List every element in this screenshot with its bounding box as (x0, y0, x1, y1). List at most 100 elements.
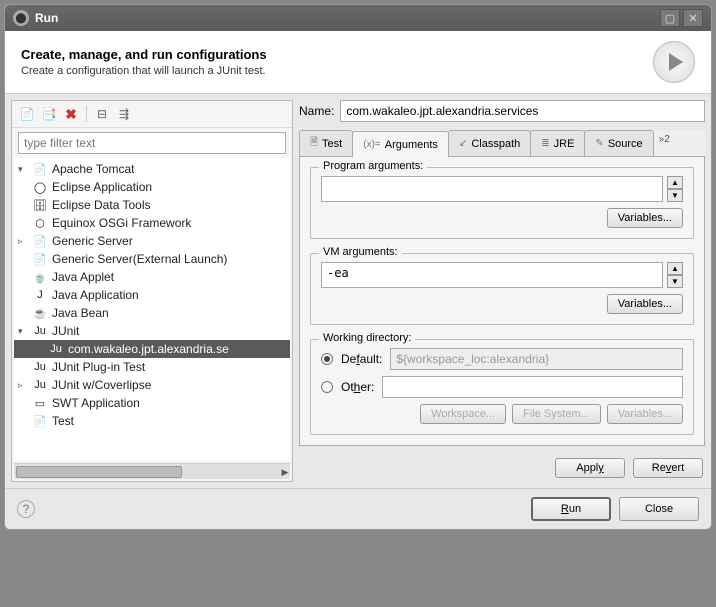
node-icon: ▭ (32, 396, 48, 410)
vm-args-input[interactable]: -ea (321, 262, 663, 288)
banner: Create, manage, and run configurations C… (5, 31, 711, 94)
node-icon: ☕ (32, 306, 48, 320)
workspace-button[interactable]: Workspace... (420, 404, 506, 424)
program-args-up[interactable]: ▲ (667, 176, 683, 189)
apply-button[interactable]: Apply (555, 458, 625, 478)
working-dir-variables-button[interactable]: Variables... (607, 404, 683, 424)
tab-classpath[interactable]: ↙Classpath (448, 130, 531, 156)
working-directory-group: Working directory: Default: Other: (310, 339, 694, 435)
horizontal-scrollbar[interactable]: ◀ ▶ (14, 463, 290, 479)
program-args-label: Program arguments: (319, 160, 427, 172)
node-icon: Ju (32, 360, 48, 374)
expand-icon[interactable]: ▹ (18, 236, 30, 247)
name-label: Name: (299, 104, 334, 118)
tab-test[interactable]: 🗎Test (299, 130, 353, 156)
duplicate-config-icon[interactable]: 📑 (40, 105, 58, 123)
test-tab-icon: 🗎 (310, 135, 318, 152)
tree-item[interactable]: 📄Generic Server(External Launch) (14, 250, 290, 268)
tree-item-label: Equinox OSGi Framework (52, 216, 191, 230)
tab-arguments[interactable]: (x)=Arguments (352, 131, 449, 157)
arguments-tab-body: Program arguments: ▲▼ Variables... VM ar… (299, 157, 705, 446)
tree-item[interactable]: ☕ Java Bean (14, 304, 290, 322)
tree-item[interactable]: ▭ SWT Application (14, 394, 290, 412)
vm-args-up[interactable]: ▲ (667, 262, 683, 275)
node-icon: ⬡ (32, 216, 48, 230)
default-dir-input (390, 348, 683, 370)
other-radio[interactable] (321, 381, 333, 393)
close-button[interactable]: Close (619, 497, 699, 521)
tree-item[interactable]: ⬡ Equinox OSGi Framework (14, 214, 290, 232)
tree-item-label: Generic Server (52, 234, 133, 248)
tab-jre[interactable]: ≣JRE (530, 130, 585, 156)
titlebar[interactable]: ⬤ Run ▢ ✕ (5, 5, 711, 31)
close-window-button[interactable]: ✕ (683, 9, 703, 27)
dialog-footer: ? Run Close (5, 488, 711, 529)
vm-args-down[interactable]: ▼ (667, 275, 683, 288)
tree-item-label: JUnit (52, 324, 79, 338)
revert-button[interactable]: Revert (633, 458, 703, 478)
expand-icon[interactable]: ▹ (18, 380, 30, 391)
tree-item[interactable]: 🍵 Java Applet (14, 268, 290, 286)
config-detail-panel: Name: 🗎Test (x)=Arguments ↙Classpath ≣JR… (299, 100, 705, 482)
new-config-icon[interactable]: 📄 (18, 105, 36, 123)
run-button[interactable]: Run (531, 497, 611, 521)
node-icon: ◯ (32, 180, 48, 194)
tree-item[interactable]: ◯ Eclipse Application (14, 178, 290, 196)
app-icon: ⬤ (13, 10, 29, 26)
other-label: Other: (341, 380, 374, 394)
tree-item-label: Generic Server(External Launch) (52, 252, 227, 266)
collapse-all-icon[interactable]: ⊟ (93, 105, 111, 123)
scroll-right-icon[interactable]: ▶ (278, 464, 292, 480)
program-arguments-group: Program arguments: ▲▼ Variables... (310, 167, 694, 239)
tree-item[interactable]: ▾JuJUnit (14, 322, 290, 340)
working-dir-label: Working directory: (319, 332, 415, 344)
help-icon[interactable]: ? (17, 500, 35, 518)
config-tree[interactable]: ▾📄Apache Tomcat ◯ Eclipse Application 🗄Ecli… (14, 158, 290, 461)
arguments-tab-icon: (x)= (363, 139, 381, 150)
tree-item[interactable]: Ju JUnit Plug-in Test (14, 358, 290, 376)
run-dialog: ⬤ Run ▢ ✕ Create, manage, and run config… (4, 4, 712, 530)
tree-item[interactable]: Ju com.wakaleo.jpt.alexandria.se (14, 340, 290, 358)
program-args-input[interactable] (321, 176, 663, 202)
tree-item-label: Java Applet (52, 270, 114, 284)
tree-item-label: com.wakaleo.jpt.alexandria.se (68, 342, 229, 356)
program-args-down[interactable]: ▼ (667, 189, 683, 202)
tab-overflow[interactable]: »2 (653, 130, 676, 156)
scrollbar-thumb[interactable] (16, 466, 182, 478)
banner-description: Create a configuration that will launch … (21, 65, 653, 77)
default-radio[interactable] (321, 353, 333, 365)
tree-item-label: SWT Application (52, 396, 140, 410)
name-input[interactable] (340, 100, 705, 122)
classpath-tab-icon: ↙ (459, 138, 467, 149)
program-args-variables-button[interactable]: Variables... (607, 208, 683, 228)
tree-item-label: Eclipse Application (52, 180, 152, 194)
tree-item-label: Java Bean (52, 306, 109, 320)
vm-args-variables-button[interactable]: Variables... (607, 294, 683, 314)
tree-item-label: JUnit Plug-in Test (52, 360, 145, 374)
filter-icon[interactable]: ⇶ (115, 105, 133, 123)
node-icon: 🍵 (32, 270, 48, 284)
filter-input[interactable] (18, 132, 286, 154)
node-icon: Ju (48, 342, 64, 356)
filesystem-button[interactable]: File System... (512, 404, 601, 424)
tree-item[interactable]: ▹JuJUnit w/Coverlipse (14, 376, 290, 394)
node-icon: 📄 (32, 162, 48, 176)
jre-tab-icon: ≣ (541, 138, 549, 149)
tree-item[interactable]: 📄Test (14, 412, 290, 430)
tree-item[interactable]: ▾📄Apache Tomcat (14, 160, 290, 178)
default-label: Default: (341, 352, 382, 366)
other-dir-input[interactable] (382, 376, 683, 398)
node-icon: 📄 (32, 414, 48, 428)
tab-source[interactable]: ✎Source (584, 130, 653, 156)
tree-item-label: Java Application (52, 288, 139, 302)
tree-item[interactable]: JJava Application (14, 286, 290, 304)
tree-item[interactable]: 🗄Eclipse Data Tools (14, 196, 290, 214)
banner-title: Create, manage, and run configurations (21, 47, 653, 62)
node-icon: Ju (32, 378, 48, 392)
expand-icon[interactable]: ▾ (18, 326, 30, 337)
window-title: Run (35, 11, 657, 25)
maximize-button[interactable]: ▢ (660, 9, 680, 27)
delete-config-icon[interactable]: ✖ (62, 105, 80, 123)
tree-item[interactable]: ▹📄Generic Server (14, 232, 290, 250)
expand-icon[interactable]: ▾ (18, 164, 30, 175)
